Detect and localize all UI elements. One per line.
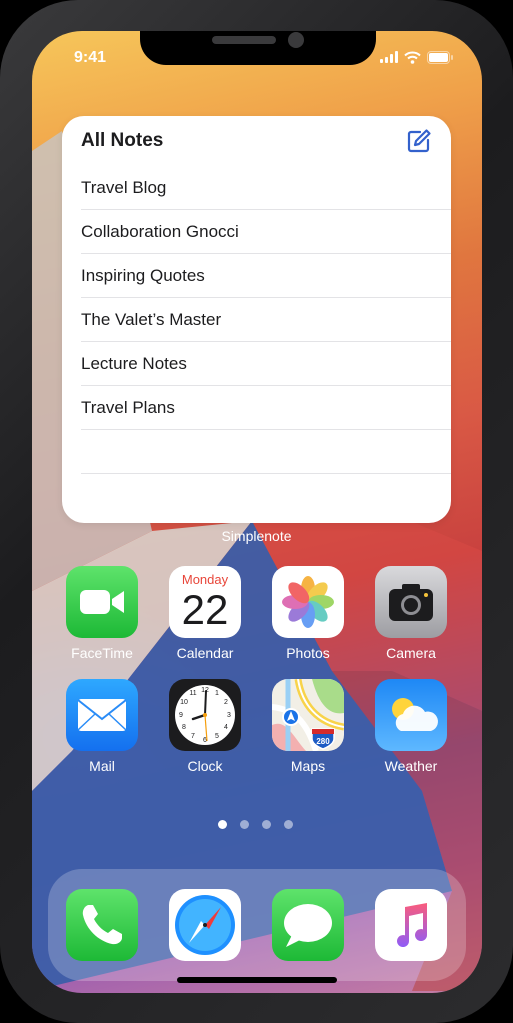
note-list: Travel Blog Collaboration Gnocci Inspiri…	[81, 166, 451, 518]
facetime-icon	[66, 566, 138, 638]
messages-icon	[272, 889, 344, 961]
dock-messages[interactable]	[268, 889, 348, 961]
simplenote-widget[interactable]: All Notes Travel Blog Collaboration Gnoc…	[62, 116, 451, 523]
svg-text:11: 11	[189, 690, 196, 697]
note-item-empty	[81, 430, 451, 474]
highway-shield-number: 280	[316, 737, 330, 746]
battery-icon	[427, 50, 453, 64]
cellular-signal-icon	[380, 51, 398, 63]
note-item[interactable]: Inspiring Quotes	[81, 254, 451, 298]
dock-phone[interactable]	[62, 889, 142, 961]
note-item[interactable]: Lecture Notes	[81, 342, 451, 386]
note-item[interactable]: Travel Blog	[81, 166, 451, 210]
app-mail[interactable]: Mail	[62, 679, 142, 774]
safari-icon	[169, 889, 241, 961]
app-label: Photos	[286, 645, 330, 661]
page-indicator[interactable]	[218, 820, 293, 829]
app-label: FaceTime	[71, 645, 133, 661]
app-clock[interactable]: 12 1 2 345 678 9 10 11 Clock	[165, 679, 245, 774]
camera-icon	[375, 566, 447, 638]
app-label: Weather	[384, 758, 438, 774]
app-facetime[interactable]: FaceTime	[62, 566, 142, 661]
note-item-empty	[81, 474, 451, 518]
calendar-day: Monday	[181, 572, 229, 587]
front-camera	[288, 32, 304, 48]
svg-text:10: 10	[180, 699, 188, 706]
widget-title: All Notes	[81, 130, 164, 151]
page-dot	[262, 820, 271, 829]
mail-icon	[66, 679, 138, 751]
app-camera[interactable]: Camera	[371, 566, 451, 661]
svg-text:8: 8	[182, 724, 186, 731]
app-weather[interactable]: Weather	[371, 679, 451, 774]
widget-label: Simplenote	[221, 528, 292, 544]
dock-safari[interactable]	[165, 889, 245, 961]
maps-icon: 280	[272, 679, 344, 751]
app-maps[interactable]: 280 Maps	[268, 679, 348, 774]
calendar-icon: Monday 22	[169, 566, 241, 638]
note-item[interactable]: Collaboration Gnocci	[81, 210, 451, 254]
calendar-date: 22	[181, 586, 229, 633]
dock-music[interactable]	[371, 889, 451, 961]
app-label: Clock	[187, 758, 223, 774]
svg-text:9: 9	[179, 712, 183, 719]
app-calendar[interactable]: Monday 22 Calendar	[165, 566, 245, 661]
phone-icon	[66, 889, 138, 961]
weather-icon	[375, 679, 447, 751]
clock-icon: 12 1 2 345 678 9 10 11	[169, 679, 241, 751]
svg-text:5: 5	[215, 733, 219, 740]
svg-text:2: 2	[224, 699, 228, 706]
photos-icon	[272, 566, 344, 638]
svg-text:7: 7	[191, 733, 195, 740]
compose-note-icon[interactable]	[406, 128, 432, 154]
page-dot-active	[218, 820, 227, 829]
app-label: Mail	[89, 758, 115, 774]
app-label: Camera	[386, 645, 436, 661]
note-item[interactable]: Travel Plans	[81, 386, 451, 430]
app-label: Maps	[290, 758, 326, 774]
app-label: Calendar	[176, 645, 234, 661]
music-icon	[375, 889, 447, 961]
svg-text:3: 3	[227, 712, 231, 719]
status-icons	[380, 50, 454, 64]
home-indicator[interactable]	[177, 977, 337, 983]
speaker-grille	[212, 36, 276, 44]
page-dot	[240, 820, 249, 829]
status-time: 9:41	[74, 49, 107, 66]
note-item[interactable]: The Valet’s Master	[81, 298, 451, 342]
wifi-icon	[404, 51, 421, 64]
svg-text:4: 4	[224, 724, 228, 731]
page-dot	[284, 820, 293, 829]
svg-text:1: 1	[215, 690, 219, 697]
app-photos[interactable]: Photos	[268, 566, 348, 661]
